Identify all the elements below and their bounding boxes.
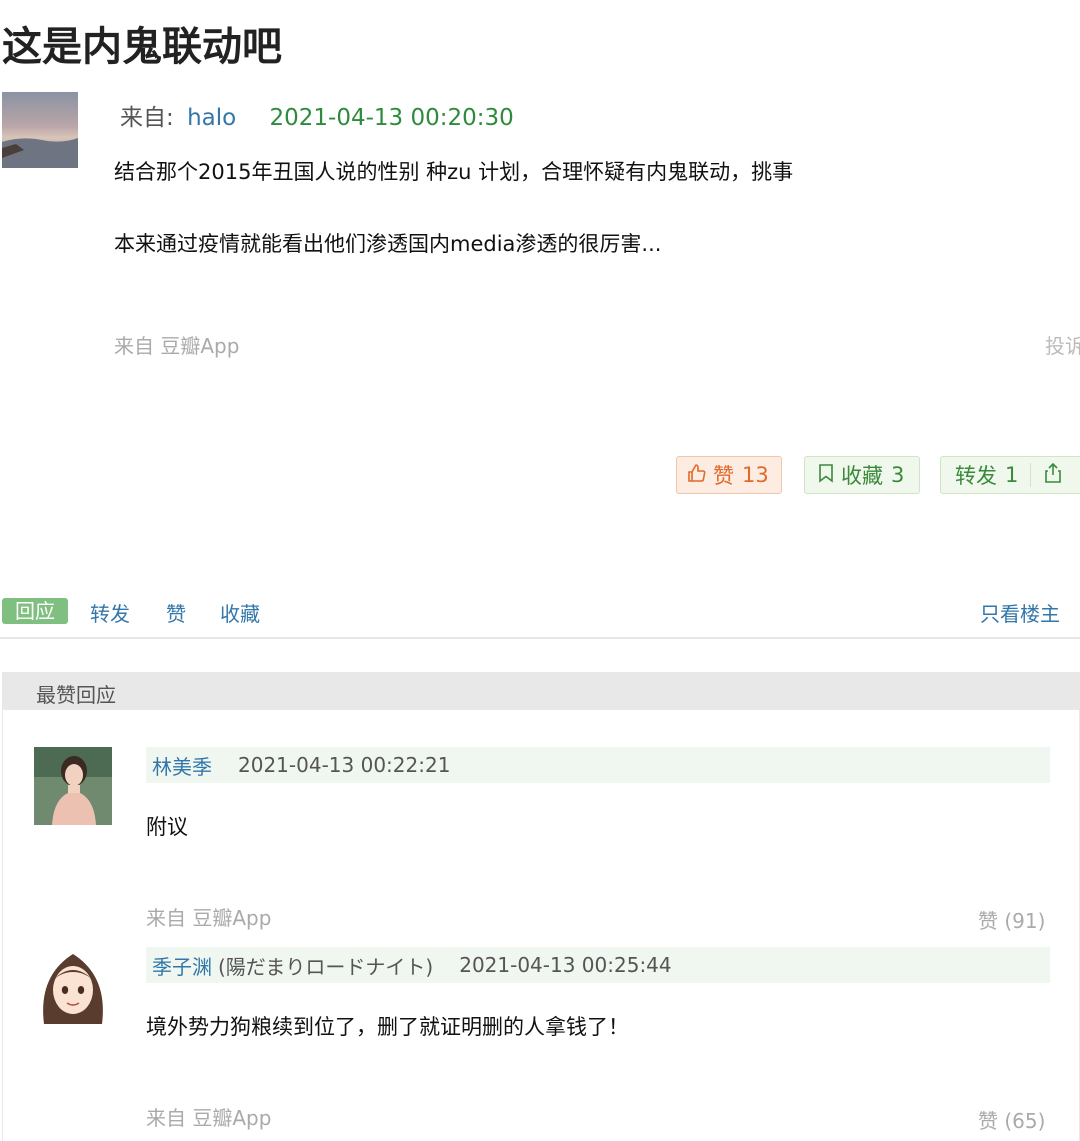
like-label: 赞 [713,464,734,488]
divider [1030,463,1032,487]
tab-reply[interactable]: 回应 [2,598,68,624]
author-link[interactable]: halo [187,105,236,131]
collect-count: 3 [891,463,905,487]
collect-label: 收藏 [841,464,883,488]
comment-header: 季子渊 (陽だまりロードナイト) 2021-04-13 00:25:44 [146,947,1050,983]
avatar[interactable] [34,747,112,825]
tab-forward[interactable]: 转发 [90,598,130,627]
comment-time: 2021-04-13 00:22:21 [238,753,451,777]
share-count: 1 [1005,463,1019,487]
post-body-line: 本来通过疫情就能看出他们渗透国内media渗透的很厉害... [114,232,662,256]
comment-text: 境外势力狗粮续到位了，删了就证明删的人拿钱了！ [146,1015,629,1039]
collect-button[interactable]: 收藏 3 [804,456,920,494]
comment-author-nickname: (陽だまりロードナイト) [218,954,434,979]
comment-time: 2021-04-13 00:25:44 [459,953,672,977]
comment-source: 来自 豆瓣App [146,1106,272,1130]
author-avatar[interactable] [2,92,78,168]
comment-source: 来自 豆瓣App [146,906,272,930]
comment-author[interactable]: 林美季 [152,751,212,780]
post-body-line: 结合那个2015年丑国人说的性别 种zu 计划，合理怀疑有内鬼联动，挑事 [114,160,794,184]
thumbs-up-icon [687,463,707,488]
comment-author[interactable]: 季子渊 [152,951,212,980]
best-replies-header [2,672,1080,710]
comment-like-button[interactable]: 赞 (91) [978,905,1045,934]
comment-like-button[interactable]: 赞 (65) [978,1105,1045,1134]
report-link[interactable]: 投诉 [1045,330,1080,359]
section-divider [0,637,1080,639]
post-source: 来自 豆瓣App [114,334,240,358]
tab-collect[interactable]: 收藏 [220,598,260,627]
share-icon[interactable] [1043,462,1063,489]
post-title: 这是内鬼联动吧 [2,24,282,70]
post-timestamp: 2021-04-13 00:20:30 [269,105,514,131]
like-count: 13 [742,463,769,487]
share-button[interactable]: 转发 1 [940,456,1080,494]
bookmark-icon [817,463,835,488]
comment-text: 附议 [146,815,188,839]
post-meta: 来自: halo 2021-04-13 00:20:30 [120,98,514,132]
like-button[interactable]: 赞 13 [676,456,782,494]
share-label: 转发 [955,464,997,488]
from-label: 来自: [120,105,174,131]
best-replies-label: 最赞回应 [36,683,116,707]
tab-like[interactable]: 赞 [166,598,186,627]
avatar[interactable] [34,946,112,1024]
only-op-link[interactable]: 只看楼主 [980,598,1060,627]
comment-header: 林美季 2021-04-13 00:22:21 [146,747,1050,783]
